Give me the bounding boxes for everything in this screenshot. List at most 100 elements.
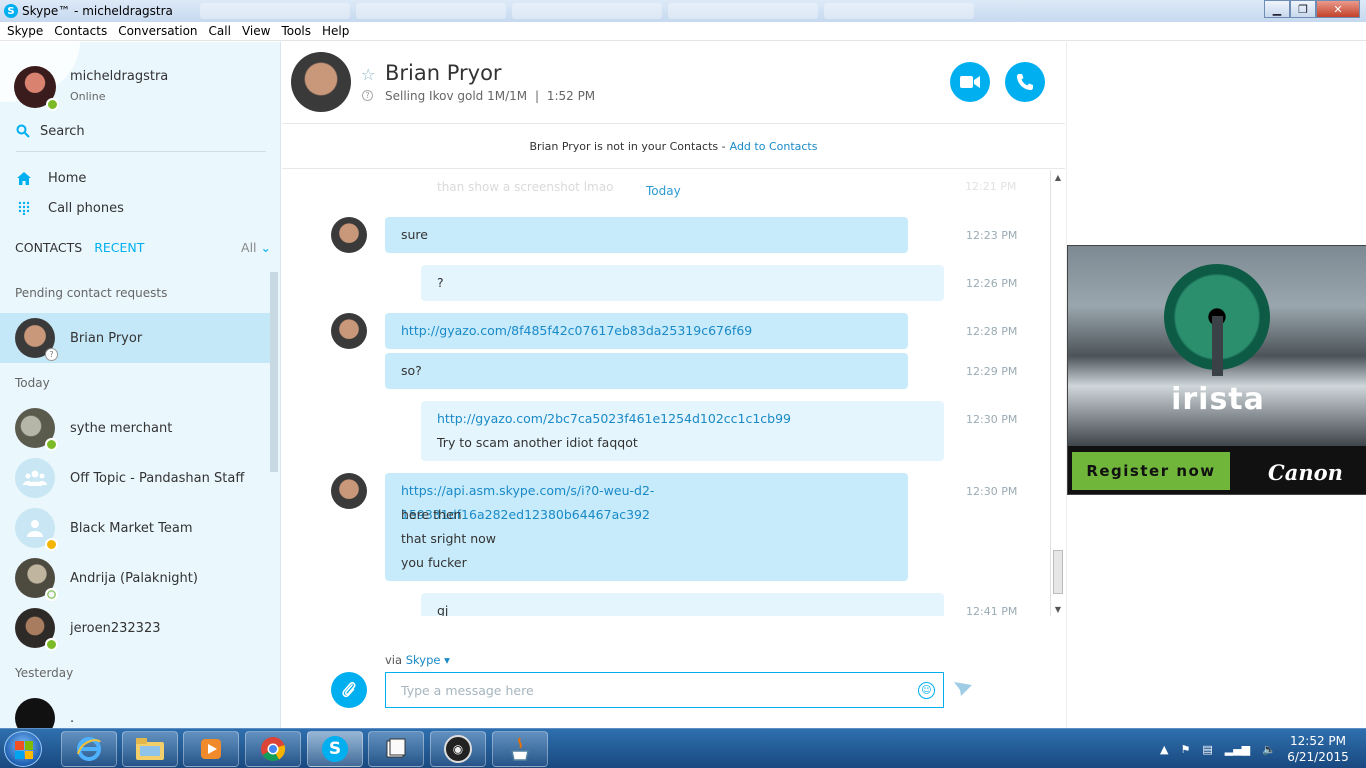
filter-dropdown[interactable]: All ⌄ bbox=[241, 240, 271, 255]
menu-call[interactable]: Call bbox=[209, 24, 231, 38]
sidebar-scrollbar[interactable] bbox=[270, 272, 278, 472]
message-text: sure bbox=[401, 227, 428, 242]
via-selector[interactable]: via Skype ▾ bbox=[385, 653, 450, 667]
tab-contacts[interactable]: CONTACTS bbox=[15, 240, 82, 255]
local-time: 1:52 PM bbox=[546, 89, 596, 103]
message-bubble-outgoing[interactable]: ? bbox=[421, 265, 944, 301]
message-time: 12:26 PM bbox=[966, 277, 1018, 290]
message-text: you fucker bbox=[401, 555, 467, 570]
home-icon bbox=[16, 170, 32, 186]
contact-mood: Selling Ikov gold 1M/1M | 1:52 PM bbox=[385, 89, 595, 103]
contact-item-black-market[interactable]: Black Market Team bbox=[0, 503, 270, 553]
video-call-button[interactable] bbox=[950, 62, 990, 102]
conversation-pane: ☆ Brian Pryor ? Selling Ikov gold 1M/1M … bbox=[282, 42, 1065, 728]
day-separator: Today bbox=[646, 184, 681, 198]
message-bubble-incoming[interactable]: sure bbox=[385, 217, 908, 253]
emoticon-icon[interactable]: ☺ bbox=[918, 682, 935, 699]
menu-contacts[interactable]: Contacts bbox=[54, 24, 107, 38]
background-window-tab bbox=[200, 3, 350, 19]
my-username[interactable]: micheldragstra bbox=[70, 69, 168, 84]
menu-tools[interactable]: Tools bbox=[281, 24, 311, 38]
contact-name: Andrija (Palaknight) bbox=[70, 570, 198, 586]
sender-avatar[interactable] bbox=[331, 313, 367, 349]
window-icon[interactable] bbox=[368, 731, 424, 767]
advertisement[interactable]: irista Register now Canon bbox=[1067, 245, 1366, 495]
send-button[interactable] bbox=[954, 682, 972, 699]
scroll-up-icon[interactable]: ▲ bbox=[1051, 170, 1065, 184]
person-icon bbox=[27, 520, 43, 537]
menu-view[interactable]: View bbox=[242, 24, 270, 38]
message-bubble-incoming[interactable]: https://api.asm.skype.com/s/i?0-weu-d2-1… bbox=[385, 473, 908, 581]
scroll-down-icon[interactable]: ▼ bbox=[1051, 602, 1065, 616]
right-pane: irista Register now Canon bbox=[1066, 42, 1366, 728]
via-service: Skype bbox=[405, 653, 441, 667]
register-now-button[interactable]: Register now bbox=[1072, 452, 1230, 490]
faded-timestamp: 12:21 PM bbox=[965, 180, 1017, 193]
star-icon[interactable]: ☆ bbox=[361, 65, 375, 84]
scroll-thumb[interactable] bbox=[1053, 550, 1063, 594]
search-label: Search bbox=[40, 124, 85, 139]
chat-scrollbar[interactable]: ▲ ▼ bbox=[1050, 170, 1064, 616]
clock[interactable]: 12:52 PM 6/21/2015 bbox=[1280, 733, 1356, 765]
message-bubble-incoming[interactable]: http://gyazo.com/8f485f42c07617eb83da253… bbox=[385, 313, 908, 349]
message-history[interactable]: than show a screenshot lmao 12:21 PM Tod… bbox=[282, 170, 1065, 616]
nav-home-label: Home bbox=[48, 170, 87, 186]
my-status[interactable]: Online bbox=[70, 90, 105, 103]
contact-avatar[interactable] bbox=[291, 52, 351, 112]
section-pending: Pending contact requests bbox=[15, 286, 168, 300]
contact-item-off-topic[interactable]: Off Topic - Pandashan Staff bbox=[0, 453, 270, 503]
network-icon[interactable]: ▂▄▆ bbox=[1225, 743, 1250, 756]
game-client-icon[interactable]: ◉ bbox=[430, 731, 486, 767]
maximize-button[interactable]: ❐ bbox=[1290, 0, 1316, 18]
contact-item-dot[interactable]: . bbox=[0, 693, 270, 728]
close-button[interactable]: ✕ bbox=[1316, 0, 1360, 18]
menu-conversation[interactable]: Conversation bbox=[118, 24, 197, 38]
conversation-title: Brian Pryor bbox=[385, 61, 502, 85]
java-icon[interactable] bbox=[492, 731, 548, 767]
avatar bbox=[15, 608, 58, 651]
faded-message: than show a screenshot lmao bbox=[437, 180, 614, 194]
internet-explorer-icon[interactable] bbox=[61, 731, 117, 767]
tray-expand-icon[interactable]: ▲ bbox=[1160, 743, 1168, 756]
message-bubble-outgoing[interactable]: http://gyazo.com/2bc7ca5023f461e1254d102… bbox=[421, 401, 944, 461]
sender-avatar[interactable] bbox=[331, 217, 367, 253]
start-button[interactable] bbox=[4, 731, 42, 767]
contact-item-jeroen[interactable]: jeroen232323 bbox=[0, 603, 270, 653]
search-box[interactable]: Search bbox=[16, 124, 266, 152]
offline-status-icon bbox=[45, 588, 58, 601]
mood-separator: | bbox=[534, 89, 539, 103]
nav-home[interactable]: Home bbox=[16, 170, 86, 186]
sender-avatar[interactable] bbox=[331, 473, 367, 509]
media-player-icon[interactable] bbox=[183, 731, 239, 767]
contact-item-sythe-merchant[interactable]: sythe merchant bbox=[0, 403, 270, 453]
flag-icon[interactable]: ⚑ bbox=[1180, 743, 1190, 756]
message-time: 12:41 PM bbox=[966, 605, 1018, 616]
message-link[interactable]: http://gyazo.com/8f485f42c07617eb83da253… bbox=[401, 319, 892, 343]
contact-name: Brian Pryor bbox=[70, 330, 143, 346]
contact-item-andrija[interactable]: Andrija (Palaknight) bbox=[0, 553, 270, 603]
tab-recent[interactable]: RECENT bbox=[94, 240, 144, 255]
menu-help[interactable]: Help bbox=[322, 24, 349, 38]
file-explorer-icon[interactable] bbox=[122, 731, 178, 767]
skype-taskbar-icon[interactable]: S bbox=[307, 731, 363, 767]
contact-item-brian-pryor[interactable]: ? Brian Pryor bbox=[0, 313, 270, 363]
message-input[interactable] bbox=[401, 682, 901, 698]
add-to-contacts-link[interactable]: Add to Contacts bbox=[730, 140, 818, 153]
my-avatar[interactable] bbox=[14, 66, 59, 111]
message-bubble-outgoing[interactable]: gj bbox=[421, 593, 944, 616]
send-icon bbox=[954, 682, 972, 696]
message-link[interactable]: https://api.asm.skype.com/s/i?0-weu-d2-1… bbox=[401, 479, 892, 522]
attach-button[interactable] bbox=[331, 672, 367, 708]
call-button[interactable] bbox=[1005, 62, 1045, 102]
device-icon[interactable]: ▤ bbox=[1202, 743, 1212, 756]
message-link[interactable]: http://gyazo.com/2bc7ca5023f461e1254d102… bbox=[437, 407, 928, 431]
chrome-icon[interactable] bbox=[245, 731, 301, 767]
nav-call-phones[interactable]: Call phones bbox=[16, 200, 124, 216]
avatar bbox=[15, 408, 58, 451]
message-bubble-incoming[interactable]: so? bbox=[385, 353, 908, 389]
volume-icon[interactable]: 🔈 bbox=[1262, 743, 1276, 756]
menu-skype[interactable]: Skype bbox=[7, 24, 43, 38]
irista-logo-icon bbox=[1164, 264, 1270, 376]
minimize-button[interactable]: ▁ bbox=[1264, 0, 1290, 18]
message-input-box[interactable]: ☺ bbox=[385, 672, 944, 708]
